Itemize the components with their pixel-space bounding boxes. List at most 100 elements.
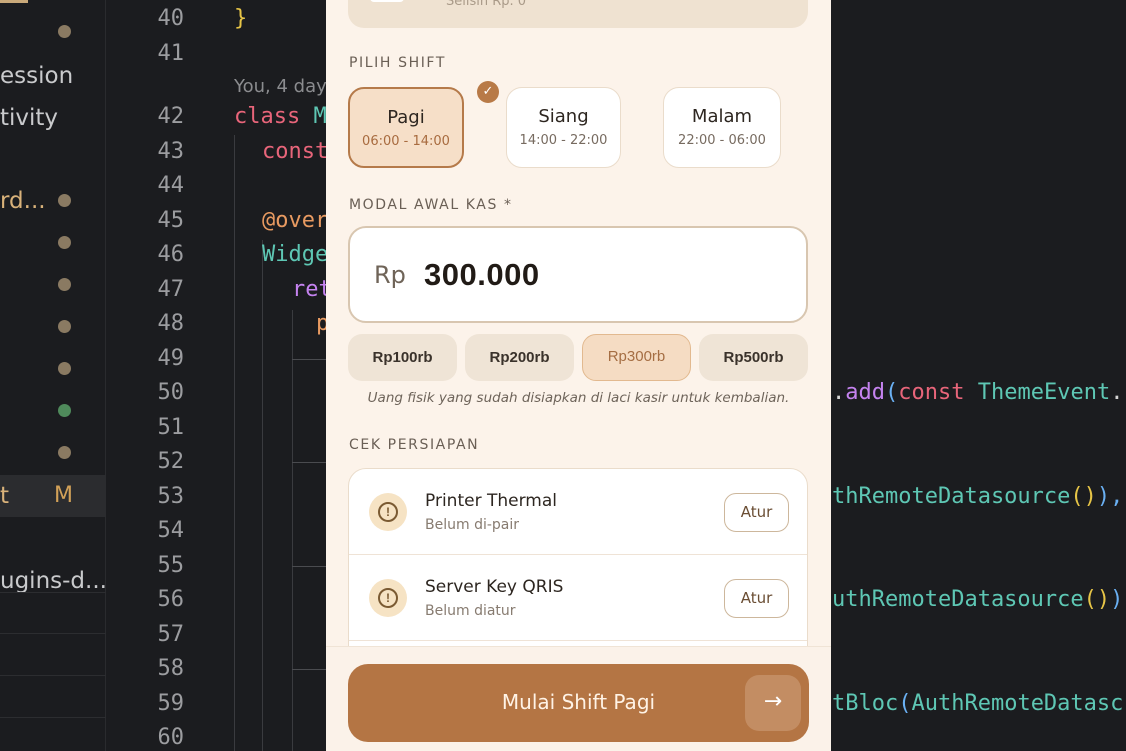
modified-dot-icon <box>58 25 71 38</box>
code-line: class M <box>234 104 327 129</box>
line-number: 47 <box>157 277 185 302</box>
explorer-item[interactable] <box>0 11 106 53</box>
warning-icon: ! <box>369 579 407 617</box>
code-token: } <box>234 6 248 31</box>
explorer-item-label: rd... <box>0 188 46 214</box>
code-token: ( <box>898 691 912 716</box>
divider <box>0 717 106 718</box>
code-line: .add(const ThemeEvent. <box>832 380 1123 405</box>
code-token: class <box>234 104 301 129</box>
shift-name: Malam <box>691 106 753 127</box>
shift-option-siang[interactable]: Siang 14:00 - 22:00 <box>506 87 621 168</box>
quick-amount-300rb[interactable]: Rp300rb <box>582 334 691 381</box>
code-token: @over <box>262 208 329 233</box>
explorer-item[interactable] <box>0 306 106 348</box>
line-number: 48 <box>157 311 185 336</box>
line-number: 49 <box>157 346 185 371</box>
code-token: . <box>832 380 846 405</box>
line-number: 59 <box>157 691 185 716</box>
modified-dot-icon <box>58 362 71 375</box>
explorer-item[interactable]: tivity <box>0 97 106 139</box>
mobile-app-screen: Selisih Rp. 0 PILIH SHIFT Pagi 06:00 - 1… <box>326 0 831 751</box>
section-label-modal: MODAL AWAL KAS * <box>349 197 513 213</box>
check-item-status: Belum diatur <box>425 603 516 619</box>
tree-guide <box>292 669 326 670</box>
check-icon: ✓ <box>477 81 499 103</box>
added-dot-icon <box>58 404 71 417</box>
code-token: add <box>845 380 885 405</box>
explorer-item[interactable] <box>0 348 106 390</box>
explorer-item-label: t <box>0 483 10 509</box>
indent-guide <box>292 310 293 751</box>
section-label-shift: PILIH SHIFT <box>349 55 446 71</box>
code-line: thRemoteDatasource()), <box>832 484 1123 509</box>
line-number: 58 <box>157 656 185 681</box>
divider <box>0 675 106 676</box>
explorer-item-active[interactable]: t M <box>0 475 106 517</box>
line-number: 42 <box>157 104 185 129</box>
explorer-item-label: tivity <box>0 105 59 131</box>
start-shift-button[interactable]: Mulai Shift Pagi → <box>348 664 809 742</box>
explorer-item-stub <box>0 0 28 3</box>
code-line: uthRemoteDatasource()) <box>832 587 1123 612</box>
line-number: 50 <box>157 380 185 405</box>
line-number: 40 <box>157 6 185 31</box>
setup-printer-button[interactable]: Atur <box>724 493 789 532</box>
currency-prefix: Rp <box>374 261 406 289</box>
start-shift-label: Mulai Shift Pagi <box>501 690 656 714</box>
code-token: ), <box>1096 484 1124 509</box>
shift-time: 22:00 - 06:00 <box>678 133 766 148</box>
warning-icon: ! <box>369 493 407 531</box>
code-token: Widge <box>262 242 329 267</box>
opening-cash-input[interactable]: Rp 300.000 <box>348 226 808 323</box>
shift-option-pagi[interactable]: Pagi 06:00 - 14:00 <box>348 87 464 168</box>
divider <box>0 592 106 593</box>
shift-option-malam[interactable]: Malam 22:00 - 06:00 <box>663 87 781 168</box>
modified-badge: M <box>54 483 73 508</box>
explorer-item[interactable] <box>0 432 106 474</box>
modified-dot-icon <box>58 278 71 291</box>
quick-amount-100rb[interactable]: Rp100rb <box>348 334 457 381</box>
code-token: M <box>313 104 327 129</box>
line-number: 51 <box>157 415 185 440</box>
line-number: 57 <box>157 622 185 647</box>
tree-guide <box>292 359 326 360</box>
code-token: tBloc <box>832 691 899 716</box>
explorer-item[interactable] <box>0 264 106 306</box>
modified-dot-icon <box>58 446 71 459</box>
section-label-checks: CEK PERSIAPAN <box>349 437 480 453</box>
code-token: uthRemoteDatasource <box>832 587 1084 612</box>
explorer-item[interactable]: rd... <box>0 180 106 222</box>
explorer-item[interactable] <box>0 390 106 432</box>
setup-qris-button[interactable]: Atur <box>724 579 789 618</box>
shift-name: Pagi <box>387 107 425 128</box>
file-explorer-sidebar: ession tivity rd... t M ugins-d... <box>0 0 107 751</box>
shift-time: 14:00 - 22:00 <box>519 133 608 148</box>
code-line: tBloc(AuthRemoteDatasc <box>832 691 1123 716</box>
quick-amount-200rb[interactable]: Rp200rb <box>465 334 574 381</box>
code-token: const <box>898 380 965 405</box>
explorer-item-label: ugins-d... <box>0 568 107 594</box>
line-number: 44 <box>157 173 185 198</box>
code-token: ) <box>1110 587 1124 612</box>
code-token: const <box>262 139 329 164</box>
line-number: 53 <box>157 484 185 509</box>
divider <box>349 640 807 641</box>
summary-card: Selisih Rp. 0 <box>348 0 808 28</box>
indent-guide <box>234 135 235 751</box>
summary-card-icon <box>370 0 404 2</box>
modified-dot-icon <box>58 320 71 333</box>
indent-guide <box>262 240 263 751</box>
opening-cash-value: 300.000 <box>424 257 540 292</box>
explorer-item[interactable]: ession <box>0 55 106 97</box>
line-number: 43 <box>157 139 185 164</box>
code-token: () <box>1070 484 1097 509</box>
line-number-gutter: 40 41 42 43 44 45 46 47 48 49 50 51 52 5… <box>106 0 196 751</box>
line-number: 46 <box>157 242 185 267</box>
explorer-item[interactable] <box>0 222 106 264</box>
line-number: 54 <box>157 518 185 543</box>
code-token: AuthRemoteDatasc <box>911 691 1124 716</box>
quick-amount-500rb[interactable]: Rp500rb <box>699 334 808 381</box>
explorer-item[interactable]: ugins-d... <box>0 560 107 602</box>
check-item-status: Belum di-pair <box>425 517 520 533</box>
